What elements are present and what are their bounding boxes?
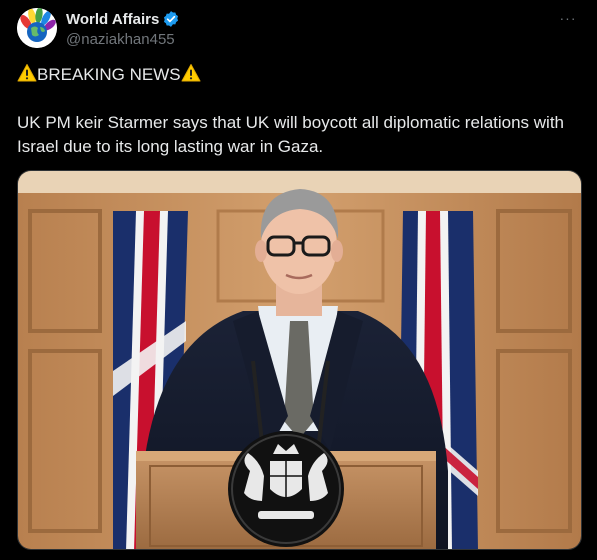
display-name[interactable]: World Affairs	[66, 10, 180, 28]
globe-hands-logo-icon	[17, 8, 57, 48]
press-conference-photo	[18, 171, 581, 549]
post-body: UK PM keir Starmer says that UK will boy…	[17, 113, 565, 156]
post-media[interactable]	[17, 170, 582, 550]
verified-badge-icon	[162, 10, 180, 28]
more-options-icon[interactable]: ···	[556, 9, 580, 29]
post-headline: BREAKING NEWS	[17, 63, 201, 86]
author-handle[interactable]: @naziakhan455	[66, 31, 175, 48]
headline-text: BREAKING NEWS	[37, 65, 181, 84]
display-name-text: World Affairs	[66, 10, 160, 28]
warning-icon	[181, 63, 201, 83]
warning-icon	[17, 63, 37, 83]
avatar[interactable]	[17, 8, 57, 48]
